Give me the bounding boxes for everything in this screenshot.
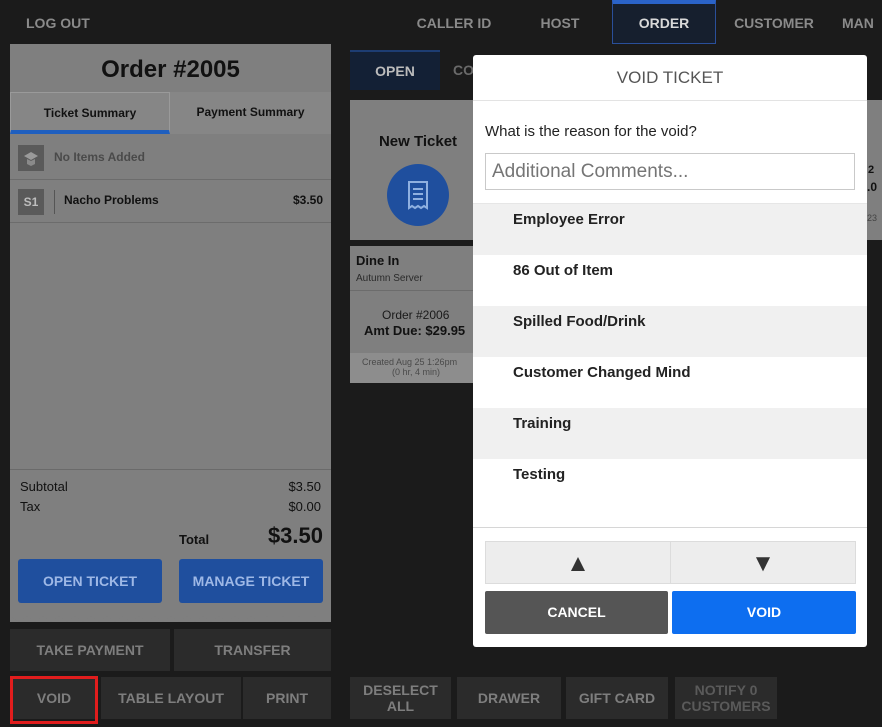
logout-button[interactable]: LOG OUT xyxy=(10,0,100,44)
void-highlight-box xyxy=(10,676,98,724)
reason-testing[interactable]: Testing xyxy=(473,459,867,510)
cancel-button[interactable]: CANCEL xyxy=(485,591,668,634)
order-title: Order #2005 xyxy=(101,56,240,83)
manage-ticket-button[interactable]: MANAGE TICKET xyxy=(179,559,323,603)
ticket-tabs: Ticket Summary Payment Summary xyxy=(10,92,331,134)
no-items-row: No Items Added xyxy=(10,136,331,180)
tax-label: Tax xyxy=(20,499,41,514)
list-bottom-divider xyxy=(473,527,867,528)
tab-manager[interactable]: MAN xyxy=(842,0,882,44)
created-time: Created Aug 25 1:26pm xyxy=(362,357,458,367)
dine-in-label: Dine In xyxy=(356,253,400,268)
no-items-label: No Items Added xyxy=(54,150,145,164)
pos-screen: LOG OUT CALLER ID HOST ORDER CUSTOMER MA… xyxy=(0,0,882,727)
receipt-edge xyxy=(10,610,331,622)
ticket-panel: Order #2005 Ticket Summary Payment Summa… xyxy=(10,44,331,622)
transfer-button[interactable]: TRANSFER xyxy=(174,629,331,671)
subtotal-label: Subtotal xyxy=(20,479,68,494)
deselect-all-button[interactable]: DESELECT ALL xyxy=(350,677,451,719)
new-ticket-card[interactable]: New Ticket xyxy=(350,100,486,240)
modal-title: VOID TICKET xyxy=(473,55,867,101)
partial-text-3: 23 xyxy=(867,213,878,223)
comments-input[interactable] xyxy=(485,153,855,190)
scroll-down-button[interactable]: ▼ xyxy=(670,541,856,584)
card-footer: Created Aug 25 1:26pm (0 hr, 4 min) xyxy=(350,353,486,383)
down-arrow-icon: ▼ xyxy=(751,550,775,577)
totals-divider xyxy=(10,469,331,470)
ticket-card[interactable]: Dine In Autumn Server Order #2006 Amt Du… xyxy=(350,246,486,383)
item-price: $3.50 xyxy=(292,193,323,207)
void-button[interactable]: VOID xyxy=(672,591,856,634)
card-divider xyxy=(350,290,486,291)
up-arrow-icon: ▲ xyxy=(566,550,590,577)
open-ticket-button[interactable]: OPEN TICKET xyxy=(18,559,162,603)
takeout-icon xyxy=(18,145,44,171)
tab-caller-id[interactable]: CALLER ID xyxy=(408,0,500,44)
amount-due: Amt Due: $29.95 xyxy=(364,323,466,338)
gift-card-button[interactable]: GIFT CARD xyxy=(566,677,668,719)
tab-payment-summary[interactable]: Payment Summary xyxy=(170,92,331,134)
row-divider xyxy=(54,190,55,214)
reason-86-out-of-item[interactable]: 86 Out of Item xyxy=(473,255,867,306)
void-ticket-modal: VOID TICKET What is the reason for the v… xyxy=(473,55,867,647)
total-label: Total xyxy=(179,532,210,547)
new-ticket-label: New Ticket xyxy=(378,133,458,150)
drawer-button[interactable]: DRAWER xyxy=(457,677,561,719)
subtotal-value: $3.50 xyxy=(288,479,321,494)
reason-customer-changed-mind[interactable]: Customer Changed Mind xyxy=(473,357,867,408)
void-question: What is the reason for the void? xyxy=(485,123,697,140)
order-number: Order #2006 xyxy=(382,308,450,322)
seat-badge: S1 xyxy=(18,189,44,215)
item-name: Nacho Problems xyxy=(64,193,159,207)
elapsed-time: (0 hr, 4 min) xyxy=(392,367,441,377)
table-layout-button[interactable]: TABLE LAYOUT xyxy=(101,677,241,719)
total-value: $3.50 xyxy=(267,523,323,548)
line-item-row[interactable]: S1 Nacho Problems $3.50 xyxy=(10,181,331,223)
top-nav: LOG OUT CALLER ID HOST ORDER CUSTOMER MA… xyxy=(0,0,882,44)
tax-value: $0.00 xyxy=(288,499,321,514)
reason-spilled-food-drink[interactable]: Spilled Food/Drink xyxy=(473,306,867,357)
tab-closed-tickets[interactable]: CO xyxy=(453,62,474,78)
tab-order[interactable]: ORDER xyxy=(612,0,716,44)
tab-ticket-summary[interactable]: Ticket Summary xyxy=(10,92,170,134)
tab-host[interactable]: HOST xyxy=(512,0,608,44)
server-name: Autumn Server xyxy=(356,273,423,284)
notify-customers-button[interactable]: NOTIFY 0 CUSTOMERS xyxy=(675,677,777,719)
take-payment-button[interactable]: TAKE PAYMENT xyxy=(10,629,170,671)
partial-text-1: 2 xyxy=(868,164,875,176)
partial-card: 2 .0 23 xyxy=(867,100,882,240)
print-button[interactable]: PRINT xyxy=(243,677,331,719)
tab-customer[interactable]: CUSTOMER xyxy=(722,0,826,44)
scroll-up-button[interactable]: ▲ xyxy=(485,541,671,584)
reason-training[interactable]: Training xyxy=(473,408,867,459)
reason-employee-error[interactable]: Employee Error xyxy=(473,204,867,255)
partial-text-2: .0 xyxy=(867,180,878,194)
tab-open-tickets[interactable]: OPEN xyxy=(350,50,440,90)
new-ticket-icon xyxy=(387,164,449,226)
